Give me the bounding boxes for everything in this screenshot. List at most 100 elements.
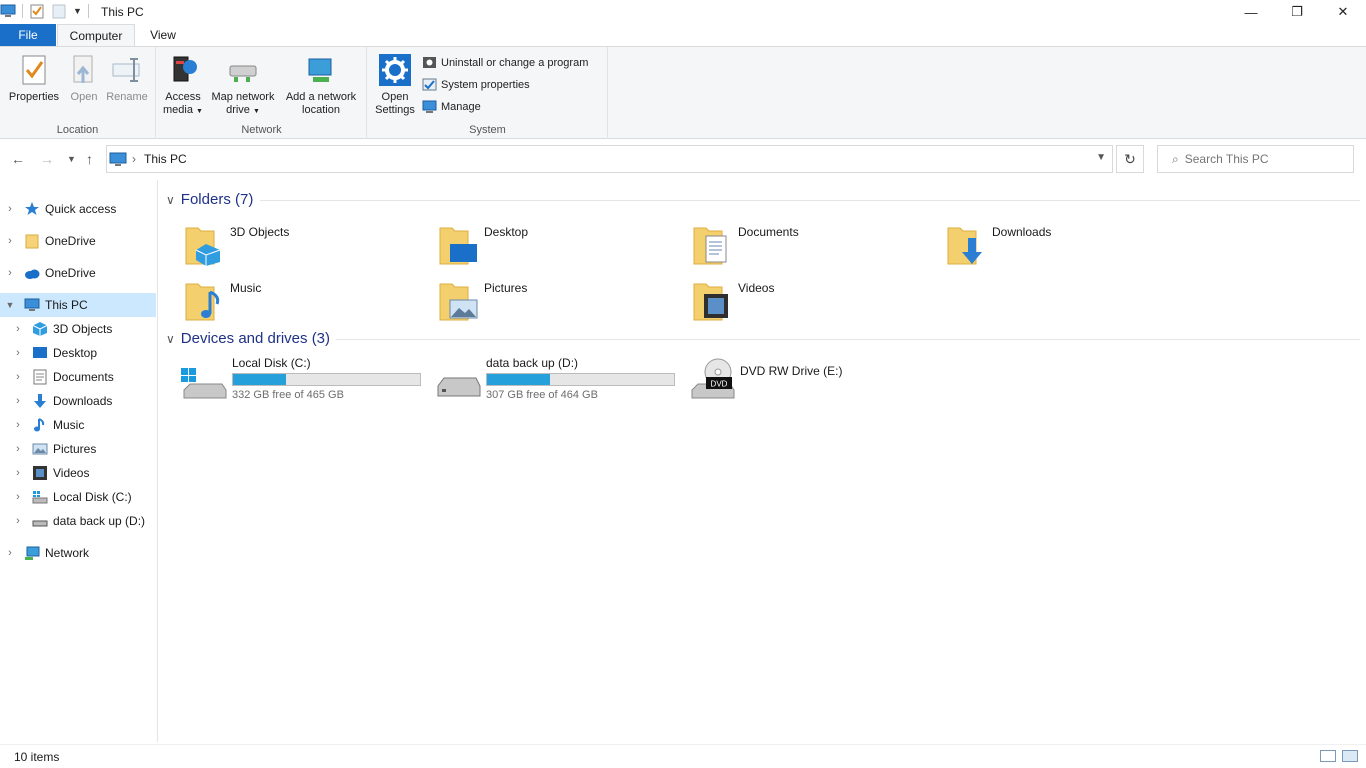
sidebar-item-quick-access[interactable]: › Quick access	[0, 197, 156, 221]
add-network-location-button[interactable]: Add a network location	[281, 53, 361, 117]
address-dropdown-icon[interactable]: ▼	[1096, 152, 1106, 163]
sidebar-item-videos[interactable]: › Videos	[0, 461, 156, 485]
expand-chevron-icon[interactable]: ›	[12, 371, 24, 383]
search-input[interactable]	[1184, 152, 1335, 166]
collapse-chevron-icon[interactable]: ∨	[166, 332, 175, 346]
folder-tile-documents[interactable]: Documents	[692, 220, 942, 272]
back-arrow-icon[interactable]: ←	[11, 151, 25, 167]
drive-info: data back up (D:) 307 GB free of 464 GB	[486, 356, 675, 408]
details-view-icon[interactable]	[1320, 750, 1336, 762]
sidebar-item-label: Videos	[53, 466, 90, 480]
uninstall-program-button[interactable]: Uninstall or change a program	[422, 55, 588, 70]
sidebar-item-label: This PC	[45, 298, 88, 312]
sidebar-item-3d-objects[interactable]: › 3D Objects	[0, 317, 156, 341]
open-button[interactable]: Open	[64, 53, 104, 104]
collapse-chevron-icon[interactable]: ▼	[4, 300, 16, 310]
desktop-folder-icon	[439, 227, 477, 265]
properties-icon[interactable]	[29, 3, 45, 19]
sidebar-item-local-disk-c[interactable]: › Local Disk (C:)	[0, 485, 156, 509]
expand-chevron-icon[interactable]: ›	[4, 267, 16, 279]
view-toggle-group	[1320, 750, 1358, 762]
forward-arrow-icon[interactable]: →	[40, 151, 54, 167]
expand-chevron-icon[interactable]: ›	[12, 419, 24, 431]
sidebar-item-downloads[interactable]: › Downloads	[0, 389, 156, 413]
folder-tile-downloads[interactable]: Downloads	[946, 220, 1196, 272]
expand-chevron-icon[interactable]: ›	[4, 235, 16, 247]
sidebar-item-desktop[interactable]: › Desktop	[0, 341, 156, 365]
sidebar-item-label: Quick access	[45, 202, 117, 216]
sidebar-item-pictures[interactable]: › Pictures	[0, 437, 156, 461]
tab-file[interactable]: File	[0, 24, 56, 47]
drive-usage-bar	[486, 373, 675, 386]
rename-button[interactable]: Rename	[104, 53, 150, 104]
open-icon	[73, 55, 93, 83]
desktop-icon	[33, 347, 47, 358]
recent-locations-chevron-icon[interactable]: ▼	[67, 154, 76, 164]
expand-chevron-icon[interactable]: ›	[12, 347, 24, 359]
minimize-button[interactable]: —	[1228, 0, 1274, 24]
large-icons-view-icon[interactable]	[1342, 750, 1358, 762]
ribbon-group-network: Access media ▼ Map network drive ▼ Add a…	[157, 47, 367, 139]
folder-tile-music[interactable]: Music	[184, 276, 434, 328]
tab-computer[interactable]: Computer	[57, 24, 135, 47]
open-settings-button[interactable]: Open Settings	[372, 53, 418, 117]
toolbar-separator	[22, 4, 23, 18]
settings-gear-icon	[379, 54, 411, 86]
network-icon	[25, 546, 40, 560]
expand-chevron-icon[interactable]: ›	[12, 491, 24, 503]
refresh-button[interactable]: ↻	[1116, 145, 1144, 173]
sidebar-item-network[interactable]: › Network	[0, 541, 156, 565]
document-icon	[33, 369, 47, 385]
properties-checkmark-icon	[22, 55, 46, 85]
section-divider	[260, 200, 1360, 201]
drive-name: Local Disk (C:)	[232, 356, 311, 370]
expand-chevron-icon[interactable]: ›	[12, 467, 24, 479]
title-bar: ▼ This PC — ❐ ✕	[0, 0, 1366, 24]
tab-view[interactable]: View	[138, 24, 188, 47]
system-properties-button[interactable]: System properties	[422, 77, 530, 92]
drive-tile-dvd-rw-e[interactable]: DVD DVD RW Drive (E:)	[688, 356, 938, 408]
folder-tile-pictures[interactable]: Pictures	[438, 276, 688, 328]
customize-toolbar-dropdown-icon[interactable]: ▼	[73, 6, 82, 16]
collapse-chevron-icon[interactable]: ∨	[166, 193, 175, 207]
new-folder-icon[interactable]	[51, 3, 67, 19]
map-network-drive-button[interactable]: Map network drive ▼	[207, 53, 279, 118]
devices-section-header[interactable]: ∨ Devices and drives (3)	[166, 330, 330, 347]
search-box[interactable]: ⌕	[1157, 145, 1354, 173]
folder-name: Documents	[738, 225, 799, 239]
maximize-button[interactable]: ❐	[1274, 0, 1320, 24]
drive-name: data back up (D:)	[486, 356, 579, 370]
expand-chevron-icon[interactable]: ›	[12, 515, 24, 527]
properties-button[interactable]: Properties	[6, 53, 62, 104]
sidebar-item-documents[interactable]: › Documents	[0, 365, 156, 389]
address-bar[interactable]: › This PC ▼	[106, 145, 1113, 173]
sidebar-item-this-pc[interactable]: ▼ This PC	[0, 293, 156, 317]
folders-section-header[interactable]: ∨ Folders (7)	[166, 191, 253, 208]
drive-tile-local-disk-c[interactable]: Local Disk (C:) 332 GB free of 465 GB	[180, 356, 430, 408]
expand-chevron-icon[interactable]: ›	[12, 395, 24, 407]
drive-name: DVD RW Drive (E:)	[740, 364, 843, 378]
up-arrow-icon[interactable]: ↑	[86, 151, 93, 167]
manage-button[interactable]: Manage	[422, 99, 481, 114]
close-button[interactable]: ✕	[1320, 0, 1366, 24]
breadcrumb-this-pc[interactable]: This PC	[144, 152, 187, 166]
open-settings-label-line2: Settings	[375, 104, 415, 116]
expand-chevron-icon[interactable]: ›	[4, 547, 16, 559]
folder-tile-desktop[interactable]: Desktop	[438, 220, 688, 272]
expand-chevron-icon[interactable]: ›	[12, 323, 24, 335]
sidebar-item-music[interactable]: › Music	[0, 413, 156, 437]
sidebar-item-onedrive-personal[interactable]: › OneDrive	[0, 229, 156, 253]
drive-tile-data-back-up-d[interactable]: data back up (D:) 307 GB free of 464 GB	[434, 356, 684, 408]
expand-chevron-icon[interactable]: ›	[12, 443, 24, 455]
sidebar-item-label: OneDrive	[45, 266, 96, 280]
access-media-button[interactable]: Access media ▼	[161, 53, 205, 118]
toolbar-separator	[87, 4, 89, 18]
folder-tile-3d-objects[interactable]: 3D Objects	[184, 220, 434, 272]
expand-chevron-icon[interactable]: ›	[4, 203, 16, 215]
computer-icon	[24, 298, 40, 311]
refresh-icon: ↻	[1124, 150, 1136, 167]
sidebar-item-data-back-up-d[interactable]: › data back up (D:)	[0, 509, 156, 533]
folder-tile-videos[interactable]: Videos	[692, 276, 942, 328]
sidebar-item-onedrive[interactable]: › OneDrive	[0, 261, 156, 285]
add-network-location-label-line1: Add a network	[285, 91, 357, 103]
